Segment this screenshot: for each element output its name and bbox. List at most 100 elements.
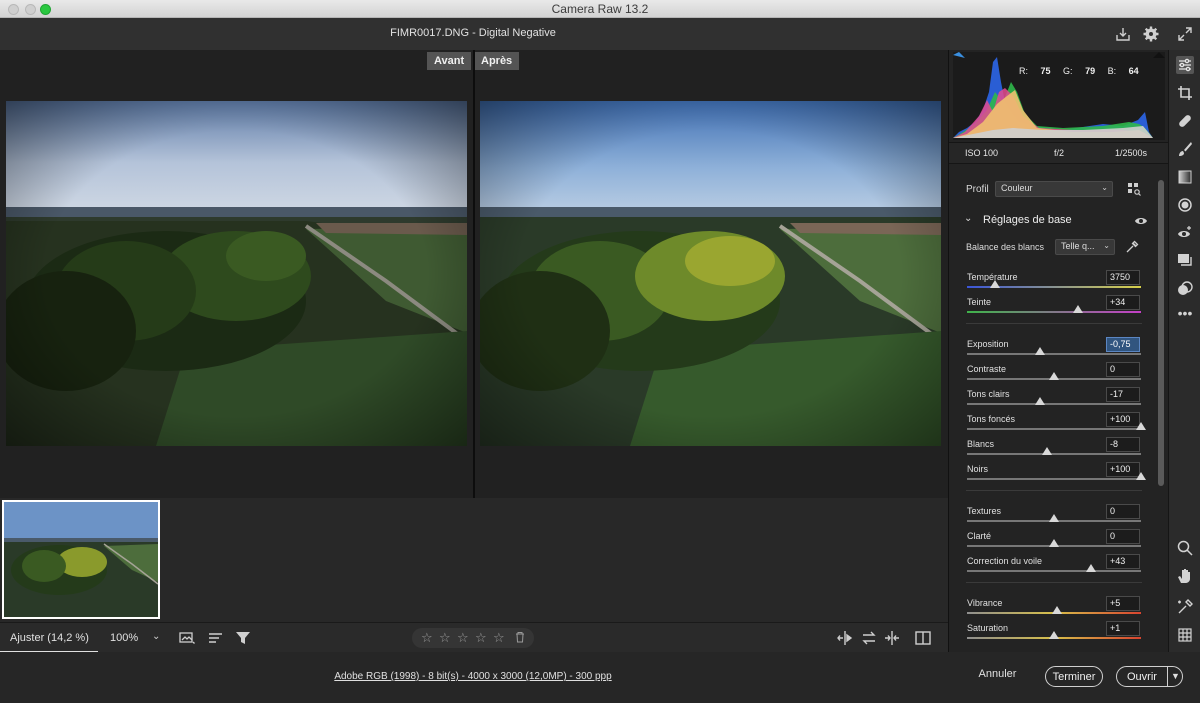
eyedropper-icon[interactable] <box>1125 240 1139 254</box>
slider-track-exposition[interactable] <box>967 353 1141 355</box>
exif-shutter: 1/2500s <box>1115 148 1148 158</box>
star-5-icon[interactable]: ☆ <box>493 630 505 646</box>
slider-label-contraste: Contraste <box>967 364 1007 374</box>
slider-track-noirs[interactable] <box>967 478 1141 480</box>
slider-value-saturation[interactable]: +1 <box>1106 621 1140 636</box>
slider-value-contraste[interactable]: 0 <box>1106 362 1140 377</box>
filmstrip-options-icon[interactable] <box>178 629 196 647</box>
slider-thumb-tons-clairs[interactable] <box>1035 397 1046 405</box>
sort-icon[interactable] <box>207 629 225 647</box>
r-label: R: <box>1019 66 1028 76</box>
slider-group-separator <box>966 582 1142 583</box>
slider-value-noirs[interactable]: +100 <box>1106 462 1140 477</box>
done-button[interactable]: Terminer <box>1045 666 1103 687</box>
slider-value-tons-clairs[interactable]: -17 <box>1106 387 1140 402</box>
slider-value-exposition[interactable]: -0,75 <box>1106 337 1140 352</box>
panel-scrollbar[interactable] <box>1158 180 1164 486</box>
slider-label-teinte: Teinte <box>967 297 992 307</box>
star-1-icon[interactable]: ☆ <box>421 630 433 646</box>
trash-icon[interactable] <box>515 631 525 646</box>
slider-track-tons-fonces[interactable] <box>967 428 1141 430</box>
slider-thumb-blancs[interactable] <box>1042 447 1053 455</box>
open-dropdown-chevron-icon[interactable]: ▼ <box>1167 666 1183 687</box>
star-4-icon[interactable]: ☆ <box>475 630 487 646</box>
hand-icon[interactable] <box>1176 567 1194 585</box>
document-bar: FIMR0017.DNG - Digital Negative <box>0 18 1200 50</box>
slider-value-tons-fonces[interactable]: +100 <box>1106 412 1140 427</box>
presets-icon[interactable] <box>1176 280 1194 298</box>
slider-value-temperature[interactable]: 3750 <box>1106 270 1140 285</box>
save-image-icon[interactable] <box>1114 25 1132 43</box>
radial-filter-icon[interactable] <box>1176 196 1194 214</box>
cancel-button[interactable]: Annuler <box>970 668 1025 680</box>
gradient-icon[interactable] <box>1176 168 1194 186</box>
slider-track-blancs[interactable] <box>967 453 1141 455</box>
before-after-view-icon[interactable] <box>836 629 854 647</box>
profile-browser-icon[interactable] <box>1127 182 1141 196</box>
slider-thumb-saturation[interactable] <box>1049 631 1059 639</box>
slider-thumb-correction-du-voile[interactable] <box>1085 564 1096 572</box>
slider-thumb-tons-fonces[interactable] <box>1136 422 1146 430</box>
more-icon[interactable]: ••• <box>1176 306 1194 324</box>
star-3-icon[interactable]: ☆ <box>457 630 469 646</box>
slider-thumb-textures[interactable] <box>1049 514 1059 522</box>
visibility-eye-icon[interactable] <box>1135 216 1147 226</box>
slider-thumb-vibrance[interactable] <box>1052 606 1063 614</box>
slider-value-clarte[interactable]: 0 <box>1106 529 1140 544</box>
slider-thumb-temperature[interactable] <box>989 280 1000 288</box>
slider-value-textures[interactable]: 0 <box>1106 504 1140 519</box>
crop-icon[interactable] <box>1176 84 1194 102</box>
slider-label-tons-clairs: Tons clairs <box>967 389 1010 399</box>
star-2-icon[interactable]: ☆ <box>439 630 451 646</box>
profile-select-value: Couleur <box>1001 183 1033 193</box>
tool-strip: ••• <box>1168 50 1200 652</box>
exif-info: ISO 100 f/2 1/2500s <box>949 142 1169 164</box>
red-eye-icon[interactable] <box>1176 224 1194 242</box>
section-collapse-chevron-icon[interactable]: ⌄ <box>964 213 972 224</box>
preview-canvas[interactable]: Avant Après <box>0 50 948 498</box>
slider-group-separator <box>966 490 1142 491</box>
zoom-100-button[interactable]: 100% <box>110 632 138 644</box>
snapshots-icon[interactable] <box>1176 252 1194 270</box>
edit-sliders-icon[interactable] <box>1176 56 1194 74</box>
white-balance-select[interactable]: Telle q... ⌄ <box>1055 239 1115 255</box>
fullscreen-icon[interactable] <box>1176 25 1194 43</box>
slider-label-clarte: Clarté <box>967 531 992 541</box>
slider-track-tons-clairs[interactable] <box>967 403 1141 405</box>
slider-track-teinte[interactable] <box>967 311 1141 313</box>
filmstrip <box>0 498 948 622</box>
slider-group-separator <box>966 323 1142 324</box>
heal-icon[interactable] <box>1176 112 1194 130</box>
slider-thumb-exposition[interactable] <box>1035 347 1046 355</box>
slider-thumb-contraste[interactable] <box>1049 372 1059 380</box>
slider-value-blancs[interactable]: -8 <box>1106 437 1140 452</box>
slider-value-teinte[interactable]: +34 <box>1106 295 1140 310</box>
color-sampler-icon[interactable] <box>1176 598 1194 616</box>
basic-section-title[interactable]: Réglages de base <box>983 214 1072 226</box>
b-value: 64 <box>1128 66 1139 76</box>
filmstrip-thumbnail[interactable] <box>2 500 160 619</box>
profile-select[interactable]: Couleur ⌄ <box>995 181 1113 197</box>
slider-label-textures: Textures <box>967 506 1002 516</box>
slider-label-correction-du-voile: Correction du voile <box>967 556 1043 566</box>
grid-icon[interactable] <box>1176 626 1194 644</box>
slider-thumb-clarte[interactable] <box>1049 539 1059 547</box>
compare-toggle-icon[interactable] <box>914 629 932 647</box>
r-value: 75 <box>1040 66 1051 76</box>
slider-value-correction-du-voile[interactable]: +43 <box>1106 554 1140 569</box>
workflow-options-link[interactable]: Adobe RGB (1998) - 8 bit(s) - 4000 x 300… <box>0 671 946 682</box>
slider-thumb-noirs[interactable] <box>1136 472 1146 480</box>
zoom-icon[interactable] <box>1176 539 1194 557</box>
slider-thumb-teinte[interactable] <box>1073 305 1084 313</box>
zoom-fit-button[interactable]: Ajuster (14,2 %) <box>10 632 89 644</box>
slider-track-correction-du-voile[interactable] <box>967 570 1141 572</box>
slider-label-tons-fonces: Tons foncés <box>967 414 1016 424</box>
filter-icon[interactable] <box>234 629 252 647</box>
slider-value-vibrance[interactable]: +5 <box>1106 596 1140 611</box>
copy-settings-icon[interactable] <box>883 629 901 647</box>
zoom-dropdown-chevron-icon[interactable]: ⌄ <box>152 631 160 642</box>
swap-icon[interactable] <box>860 629 878 647</box>
exif-aperture: f/2 <box>1054 148 1065 158</box>
brush-icon[interactable] <box>1176 140 1194 158</box>
gear-icon[interactable] <box>1142 25 1160 43</box>
